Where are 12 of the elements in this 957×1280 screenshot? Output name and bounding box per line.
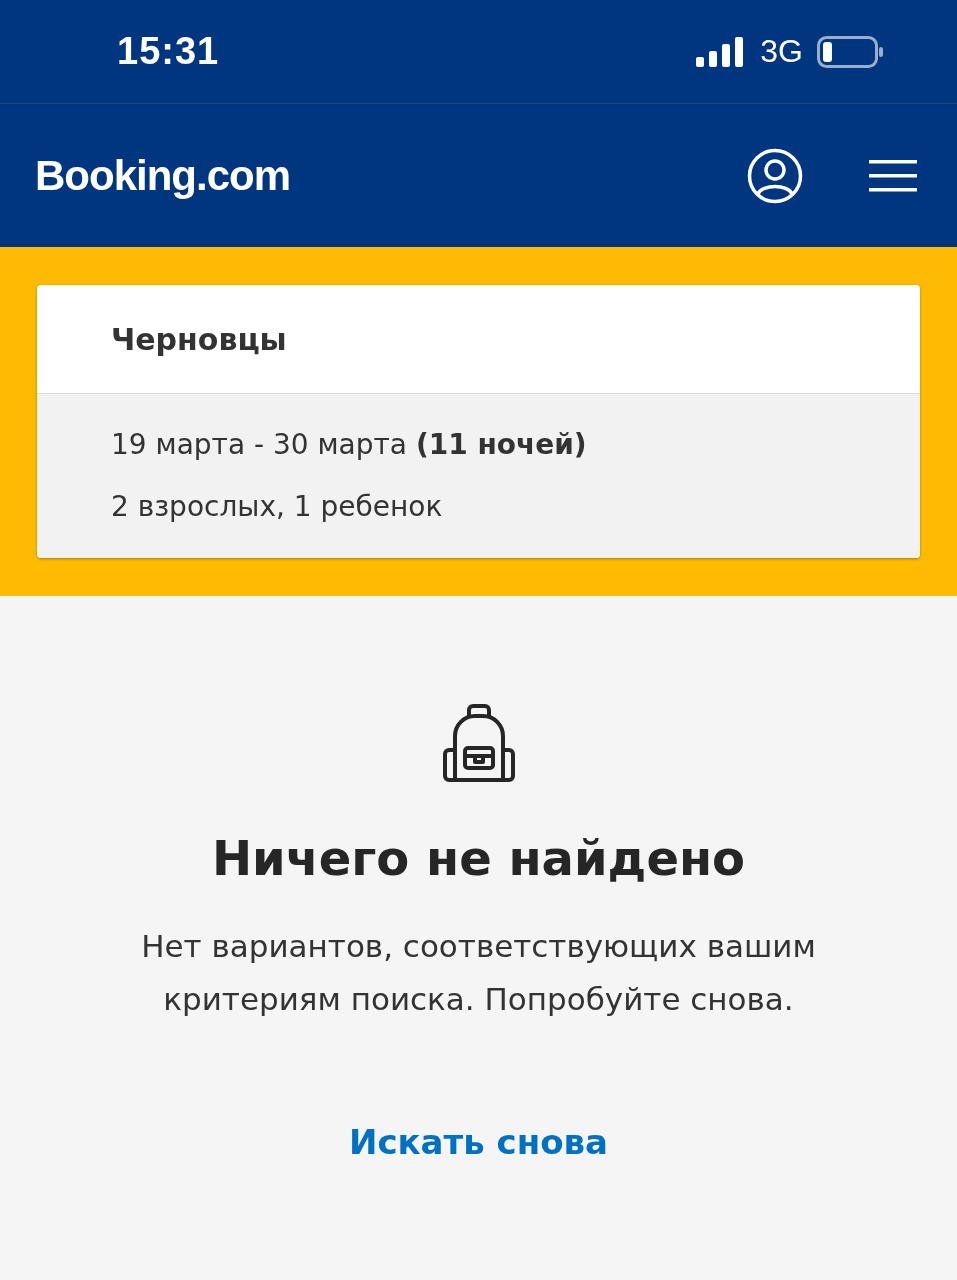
dates-text: 19 марта - 30 марта (11 ночей) (111, 427, 588, 463)
empty-message: Нет вариантов, соответствующих вашим критериям поиска. Попробуйте снова. (140, 927, 817, 1019)
empty-title: Ничего не найдено (211, 830, 746, 886)
status-time: 15:31 (117, 30, 220, 73)
search-again-link[interactable]: Искать снова (348, 1122, 609, 1162)
battery-icon (817, 35, 885, 68)
account-icon[interactable] (747, 147, 803, 204)
logo[interactable]: Booking.com (35, 151, 290, 200)
network-type: 3G (760, 33, 803, 70)
guests-text: 2 взрослых, 1 ребенок (111, 489, 444, 525)
search-summary-card[interactable]: Черновцы 19 марта - 30 марта (11 ночей) 2 взрослых, 1 ребенок (37, 285, 920, 558)
menu-icon[interactable] (869, 158, 917, 193)
